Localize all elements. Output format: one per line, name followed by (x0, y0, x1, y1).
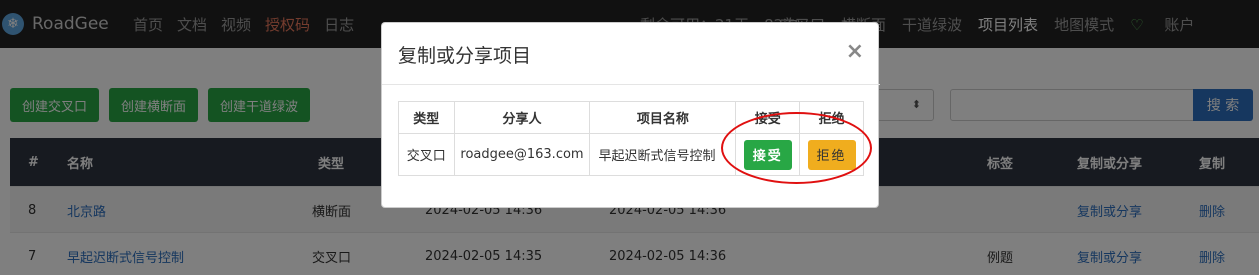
close-icon[interactable]: × (846, 39, 864, 64)
share-sharer: roadgee@163.com (453, 133, 591, 176)
annotation-ellipse (721, 112, 872, 184)
share-col-type: 类型 (398, 101, 455, 134)
share-project-name: 早起迟断式信号控制 (598, 149, 716, 164)
share-project-cell: 早起迟断式信号控制 (589, 133, 737, 176)
modal-title: 复制或分享项目 (398, 45, 532, 67)
share-col-sharer: 分享人 (453, 101, 591, 134)
modal-header: 复制或分享项目 × (382, 23, 880, 85)
share-type: 交叉口 (398, 133, 455, 176)
share-col-project: 项目名称 (589, 101, 737, 134)
